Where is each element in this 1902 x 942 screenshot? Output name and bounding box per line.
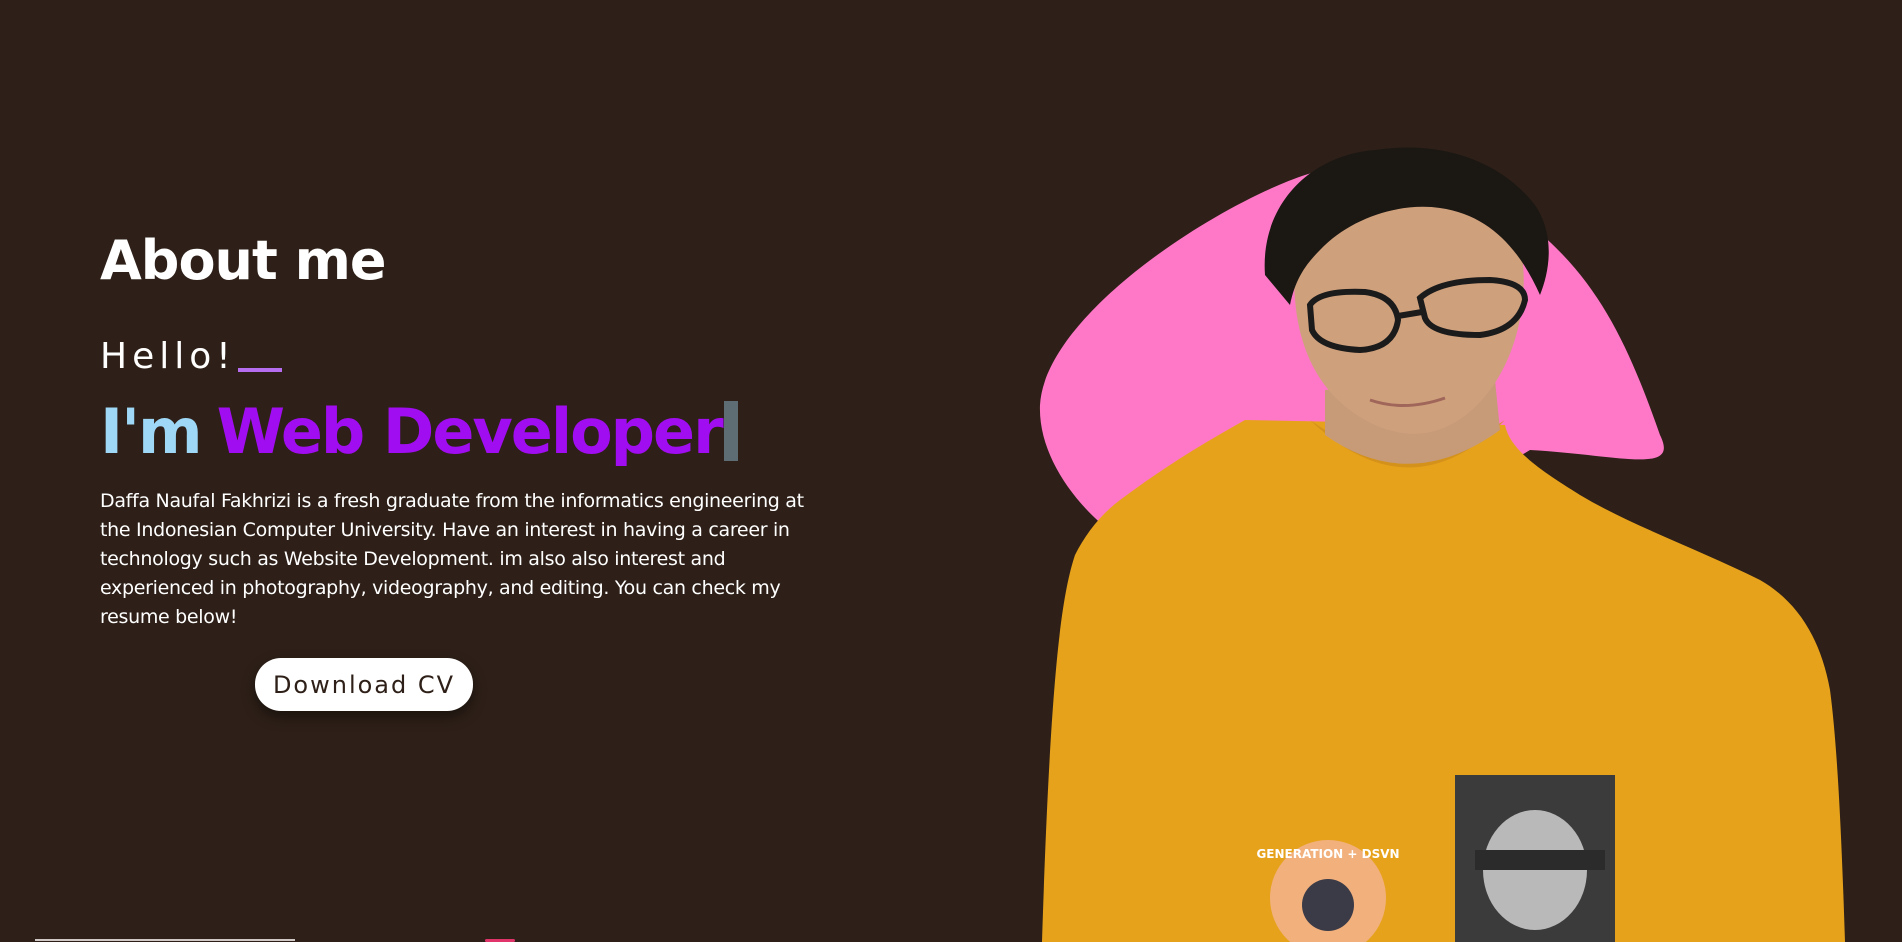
- about-section: About me Hello! I'm Web Developer Daffa …: [100, 225, 820, 632]
- sweater-shape: [1042, 420, 1845, 942]
- bio-paragraph: Daffa Naufal Fakhrizi is a fresh graduat…: [100, 490, 804, 628]
- about-title: About me: [100, 229, 387, 292]
- print-bar: [1475, 850, 1605, 870]
- download-cv-button[interactable]: Download CV: [255, 658, 473, 711]
- greeting-row: Hello!: [100, 335, 820, 379]
- bottom-divider: [35, 939, 295, 941]
- headline: I'm Web Developer: [100, 389, 820, 473]
- badge-inner: [1302, 879, 1354, 931]
- greeting-text: Hello!: [100, 336, 236, 377]
- profile-portrait: GENERATION + DSVN: [1039, 147, 1845, 942]
- badge-text: GENERATION + DSVN: [1256, 847, 1399, 861]
- greeting-underline: [237, 368, 282, 372]
- headline-prefix: I'm: [100, 394, 203, 468]
- headline-role: Web Developer: [216, 394, 724, 468]
- about-page: About me Hello! I'm Web Developer Daffa …: [0, 0, 1902, 942]
- typing-caret: [723, 401, 738, 461]
